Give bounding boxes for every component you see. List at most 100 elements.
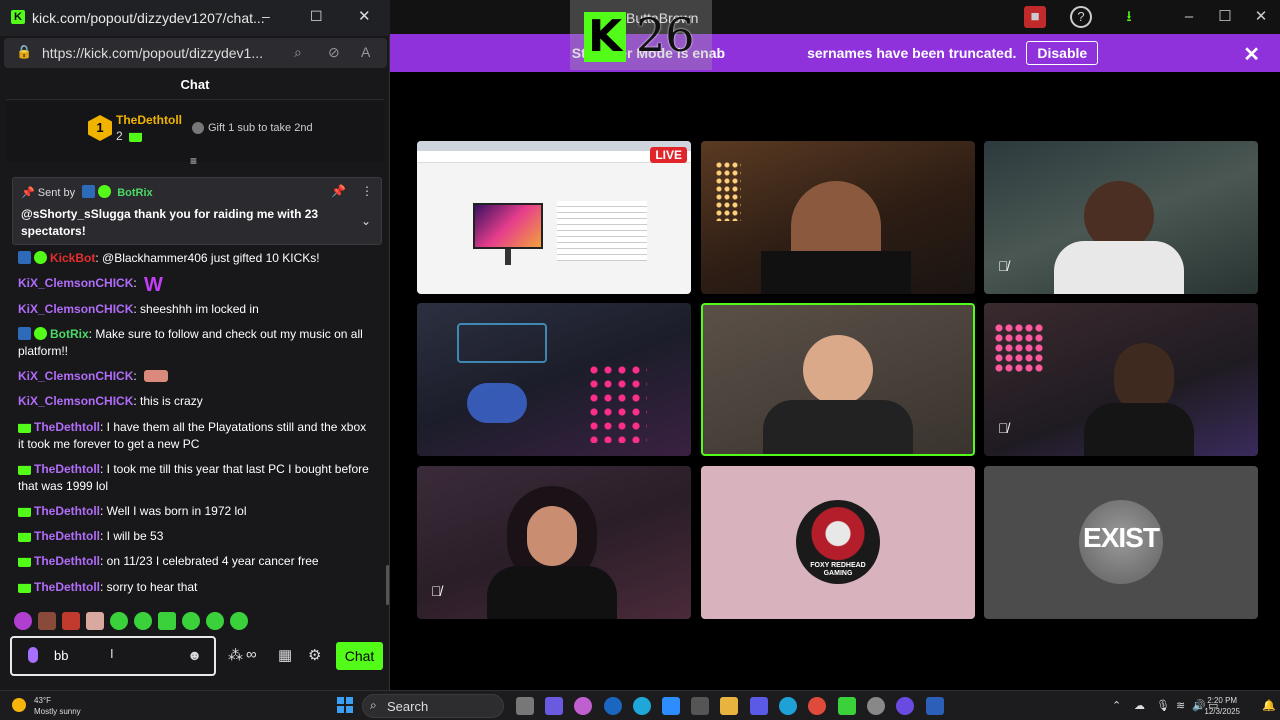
chat-username[interactable]: TheDethtoll [34, 580, 100, 594]
infinity-icon[interactable]: ∞ [246, 646, 257, 663]
mic-icon[interactable] [28, 647, 38, 663]
video-tile[interactable]: FOXY REDHEAD GAMING [701, 466, 975, 619]
emote-icon[interactable] [110, 612, 128, 630]
help-icon[interactable]: ? [1070, 6, 1092, 28]
taskbar-search[interactable]: ⌕ Search [362, 694, 504, 718]
chat-username[interactable]: KiX_ClemsonCHICK [18, 394, 133, 408]
emote-icon[interactable] [86, 612, 104, 630]
chat-username[interactable]: KickBot [50, 251, 95, 265]
windows-taskbar: 43°F Mostly sunny ⌕ Search ⌃ ☁ 🎙 ≋ 🔊 ▭ 2… [0, 690, 1280, 720]
emoji-icon[interactable]: ☻ [187, 647, 202, 663]
leader-user[interactable]: TheDethtoll [116, 113, 182, 127]
video-tile[interactable]: 🎙̸ [417, 466, 691, 619]
close-icon[interactable]: ✕ [1250, 6, 1272, 28]
kicks-icon[interactable]: ⁂ [228, 646, 243, 664]
gift-prompt[interactable]: Gift 1 sub to take 2nd [208, 122, 313, 134]
emote-icon[interactable] [14, 612, 32, 630]
settings-app-icon[interactable] [867, 697, 885, 715]
emote-icon[interactable] [38, 612, 56, 630]
video-tile[interactable]: EXIST [984, 466, 1258, 619]
chat-scrollbar[interactable] [386, 565, 389, 605]
record-icon[interactable]: ■ [1024, 6, 1046, 28]
chat-message: TheDethtoll: I have them all the Playata… [18, 419, 374, 453]
emote-icon[interactable] [230, 612, 248, 630]
emote-icon[interactable] [134, 612, 152, 630]
chat-input[interactable]: bb I ☻ [10, 636, 216, 676]
copilot-icon[interactable] [574, 697, 592, 715]
minimize-icon[interactable]: – [1178, 6, 1200, 28]
teams-icon[interactable] [750, 697, 768, 715]
maximize-icon[interactable]: ☐ [310, 8, 323, 25]
read-aloud-icon[interactable]: A [361, 44, 370, 60]
sun-icon [12, 698, 26, 712]
pinned-sender[interactable]: BotRix [117, 187, 152, 199]
more-options-icon[interactable]: ⋮ [361, 184, 373, 198]
text-cursor-icon: I [110, 646, 114, 661]
chat-text: : sorry to hear that [100, 580, 198, 594]
minimize-icon[interactable]: – [262, 8, 270, 24]
logo-text: EXIST [1083, 522, 1160, 553]
mic-tray-icon[interactable]: 🎙 [1156, 699, 1170, 712]
video-tile[interactable] [701, 141, 975, 294]
chat-message: TheDethtoll: I will be 53 [18, 528, 374, 545]
discord-icon[interactable] [896, 697, 914, 715]
chat-popout-window: K kick.com/popout/dizzydev1207/chat... –… [0, 0, 390, 690]
collapse-icon[interactable]: ≡ [190, 154, 197, 168]
send-chat-button[interactable]: Chat [336, 642, 383, 670]
tracking-prevention-icon[interactable]: ⊘ [328, 44, 340, 61]
chat-username[interactable]: TheDethtoll [34, 420, 100, 434]
video-tile[interactable]: 🎙̸ [984, 303, 1258, 456]
temperature: 43°F [34, 696, 51, 705]
address-bar[interactable]: 🔒 https://kick.com/popout/dizzydev1... ⌕… [4, 38, 387, 68]
chat-username[interactable]: KiX_ClemsonCHICK [18, 276, 133, 290]
hp-icon[interactable] [604, 697, 622, 715]
maximize-icon[interactable]: ☐ [1214, 6, 1236, 28]
onedrive-icon[interactable]: ☁ [1134, 699, 1145, 712]
chat-username[interactable]: KiX_ClemsonCHICK [18, 369, 133, 383]
sub-badge-icon [18, 507, 31, 517]
edge-icon[interactable] [779, 697, 797, 715]
download-icon[interactable]: ⭳ [1118, 6, 1140, 28]
video-tile[interactable] [417, 303, 691, 456]
maps-icon[interactable] [808, 697, 826, 715]
zoom-app-icon[interactable] [662, 697, 680, 715]
chevron-down-icon[interactable]: ⌄ [361, 214, 371, 228]
chevron-up-icon[interactable]: ⌃ [1112, 699, 1121, 712]
notification-icon[interactable]: 🔔 [1262, 699, 1276, 712]
emote-icon[interactable] [62, 612, 80, 630]
store-icon[interactable]: ▦ [278, 646, 292, 664]
settings-gear-icon[interactable]: ⚙ [308, 646, 321, 664]
store-app-icon[interactable] [691, 697, 709, 715]
zoom-icon[interactable]: ⌕ [294, 44, 302, 61]
disable-button[interactable]: Disable [1026, 41, 1099, 65]
video-tile[interactable]: LIVE [417, 141, 691, 294]
app-icon[interactable] [926, 697, 944, 715]
close-icon[interactable]: ✕ [358, 7, 371, 25]
chat-username[interactable]: TheDethtoll [34, 504, 100, 518]
sub-badge-icon [18, 465, 31, 475]
video-tile[interactable]: 🎙̸ [984, 141, 1258, 294]
kick-app-icon[interactable] [838, 697, 856, 715]
muted-icon: 🎙̸ [998, 420, 1009, 436]
bot-badge-icon [18, 251, 31, 264]
task-view-icon[interactable] [516, 697, 534, 715]
clock[interactable]: 2:20 PM 12/3/2025 [1204, 695, 1240, 717]
chat-input-value[interactable]: bb [54, 648, 68, 663]
chat-username[interactable]: TheDethtoll [34, 462, 100, 476]
chat-username[interactable]: TheDethtoll [34, 554, 100, 568]
emote-w: W [144, 274, 163, 296]
file-explorer-icon[interactable] [720, 697, 738, 715]
video-tile-active-speaker[interactable] [701, 303, 975, 456]
start-icon[interactable] [337, 697, 353, 713]
chat-username[interactable]: KiX_ClemsonCHICK [18, 302, 133, 316]
app-icon[interactable] [545, 697, 563, 715]
close-banner-icon[interactable]: ✕ [1243, 42, 1260, 67]
emote-icon[interactable] [182, 612, 200, 630]
chat-username[interactable]: BotRix [50, 327, 89, 341]
wifi-icon[interactable]: ≋ [1176, 699, 1185, 712]
chat-username[interactable]: TheDethtoll [34, 529, 100, 543]
app-icon[interactable] [633, 697, 651, 715]
emote-icon[interactable] [158, 612, 176, 630]
pin-icon[interactable]: 📌 [331, 184, 346, 198]
emote-icon[interactable] [206, 612, 224, 630]
